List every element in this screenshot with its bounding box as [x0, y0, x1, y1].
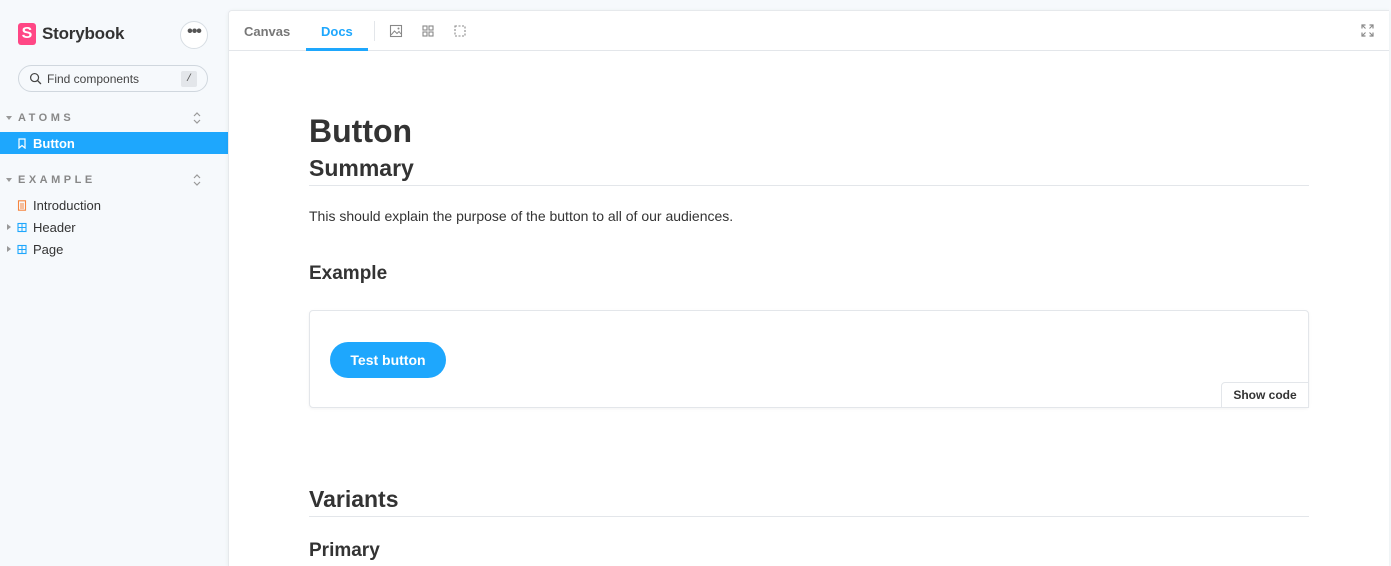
sidebar-item-header[interactable]: Header [0, 216, 228, 238]
variants-heading: Variants [309, 486, 1309, 517]
page-title: Button [309, 113, 413, 149]
toolbar: Canvas Docs [229, 11, 1389, 51]
caret-down-icon [6, 116, 12, 120]
search-icon [29, 72, 42, 85]
search-box[interactable]: / [18, 65, 208, 92]
document-icon [17, 199, 27, 211]
group-label: ATOMS [18, 112, 75, 124]
caret-down-icon [6, 178, 12, 182]
story-preview: Test button Show code [309, 310, 1309, 408]
test-button[interactable]: Test button [330, 342, 446, 378]
component-icon [17, 222, 27, 232]
search-shortcut-key: / [181, 71, 197, 87]
expand-collapse-icon[interactable] [192, 111, 202, 125]
component-icon [17, 244, 27, 254]
sidebar: S Storybook ••• / ATOMS Button EXAMPLE [0, 0, 228, 566]
sidebar-item-label: Button [33, 135, 75, 151]
sidebar-item-label: Introduction [33, 197, 101, 213]
summary-heading: Summary [309, 155, 1309, 186]
show-code-button[interactable]: Show code [1221, 382, 1309, 408]
toolbar-divider [374, 21, 375, 41]
group-header-atoms[interactable]: ATOMS [0, 110, 228, 126]
main-panel: Canvas Docs Button Summary This should e… [228, 10, 1389, 566]
sidebar-item-introduction[interactable]: Introduction [0, 194, 228, 216]
sidebar-item-label: Page [33, 241, 64, 257]
grid-icon[interactable] [421, 24, 435, 38]
tab-canvas[interactable]: Canvas [244, 11, 290, 51]
settings-menu-button[interactable]: ••• [180, 21, 208, 49]
caret-right-icon[interactable] [7, 246, 11, 252]
group-label: EXAMPLE [18, 174, 96, 186]
group-header-example[interactable]: EXAMPLE [0, 172, 228, 188]
fullscreen-icon[interactable] [1361, 24, 1374, 37]
expand-collapse-icon[interactable] [192, 173, 202, 187]
caret-right-icon[interactable] [7, 224, 11, 230]
sidebar-item-button[interactable]: Button [0, 132, 228, 154]
tab-docs[interactable]: Docs [306, 11, 368, 51]
storybook-logo-icon: S [18, 23, 36, 45]
example-heading: Example [309, 263, 388, 284]
search-input[interactable] [47, 71, 187, 86]
image-icon[interactable] [389, 24, 403, 38]
primary-heading: Primary [309, 540, 380, 561]
brand[interactable]: S Storybook [18, 22, 124, 46]
sidebar-item-label: Header [33, 219, 76, 235]
brand-name: Storybook [42, 24, 125, 43]
bookmark-icon [18, 137, 26, 149]
sidebar-item-page[interactable]: Page [0, 238, 228, 260]
outline-icon[interactable] [453, 24, 467, 38]
summary-text: This should explain the purpose of the b… [309, 208, 734, 224]
